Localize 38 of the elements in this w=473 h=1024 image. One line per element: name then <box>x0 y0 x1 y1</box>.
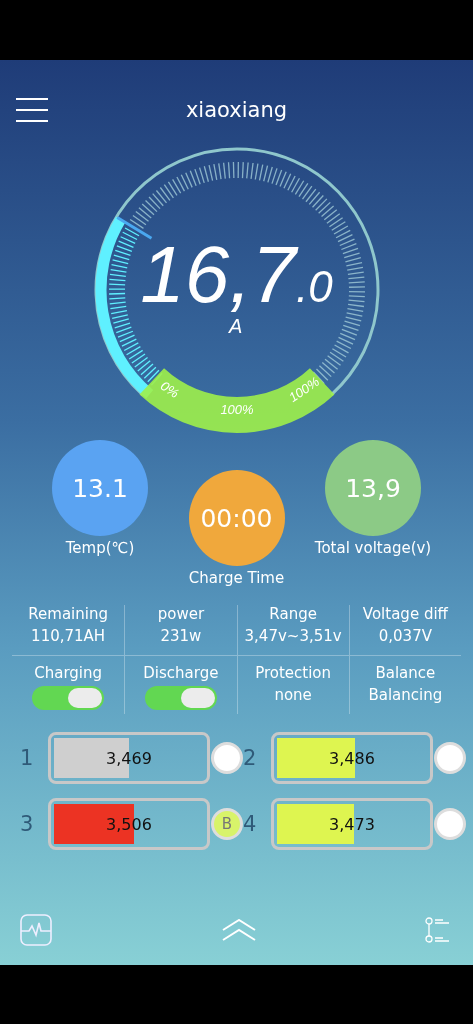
readout-label: Charge Time <box>188 569 285 587</box>
menu-icon[interactable] <box>16 98 48 122</box>
current-unit: A <box>229 315 243 338</box>
cell-number: 3 <box>20 812 35 836</box>
status-value: none <box>274 686 312 704</box>
stat-value: 231w <box>160 627 202 645</box>
readout-circle: 00:00 <box>188 470 285 566</box>
readout-circle: 13,9 <box>325 440 421 536</box>
toggle-switch[interactable] <box>32 686 105 710</box>
stat-label: Remaining <box>28 605 108 623</box>
cell-number: 4 <box>243 812 258 836</box>
cell-number: 2 <box>243 746 258 770</box>
cell-voltage: 3,469 <box>105 747 153 770</box>
readout-label: Temp(℃) <box>65 539 135 557</box>
cell-voltage: 3,486 <box>328 747 376 770</box>
cell-number: 1 <box>20 746 35 770</box>
status-label: Discharge <box>143 664 219 682</box>
status-label: Balance <box>375 664 436 682</box>
status-value: Balancing <box>368 686 443 704</box>
toggle-switch[interactable] <box>144 686 217 710</box>
readout-circle: 13.1 <box>52 440 148 536</box>
soc-label: 0% <box>157 377 182 401</box>
stat-label: Range <box>269 605 317 623</box>
stat-label: power <box>157 605 205 623</box>
stat-label: Voltage diff <box>362 605 448 623</box>
stat-value: 110,71AH <box>31 627 106 645</box>
pulse-icon[interactable] <box>20 914 52 946</box>
status-label: Charging <box>34 664 102 682</box>
status-label: Protection <box>255 664 332 682</box>
stat-value: 3,47v~3,51v <box>244 627 342 645</box>
soc-label: 100% <box>220 402 254 418</box>
readout-label: Total voltage(v) <box>314 539 432 557</box>
stat-value: 0,037V <box>378 627 432 645</box>
app-title: xiaoxiang <box>185 98 288 122</box>
double-chevron-icon[interactable] <box>221 919 256 941</box>
balance-indicator: B <box>211 808 243 840</box>
cell-voltage: 3,473 <box>328 813 376 836</box>
current-decimal: .0 <box>296 265 333 309</box>
